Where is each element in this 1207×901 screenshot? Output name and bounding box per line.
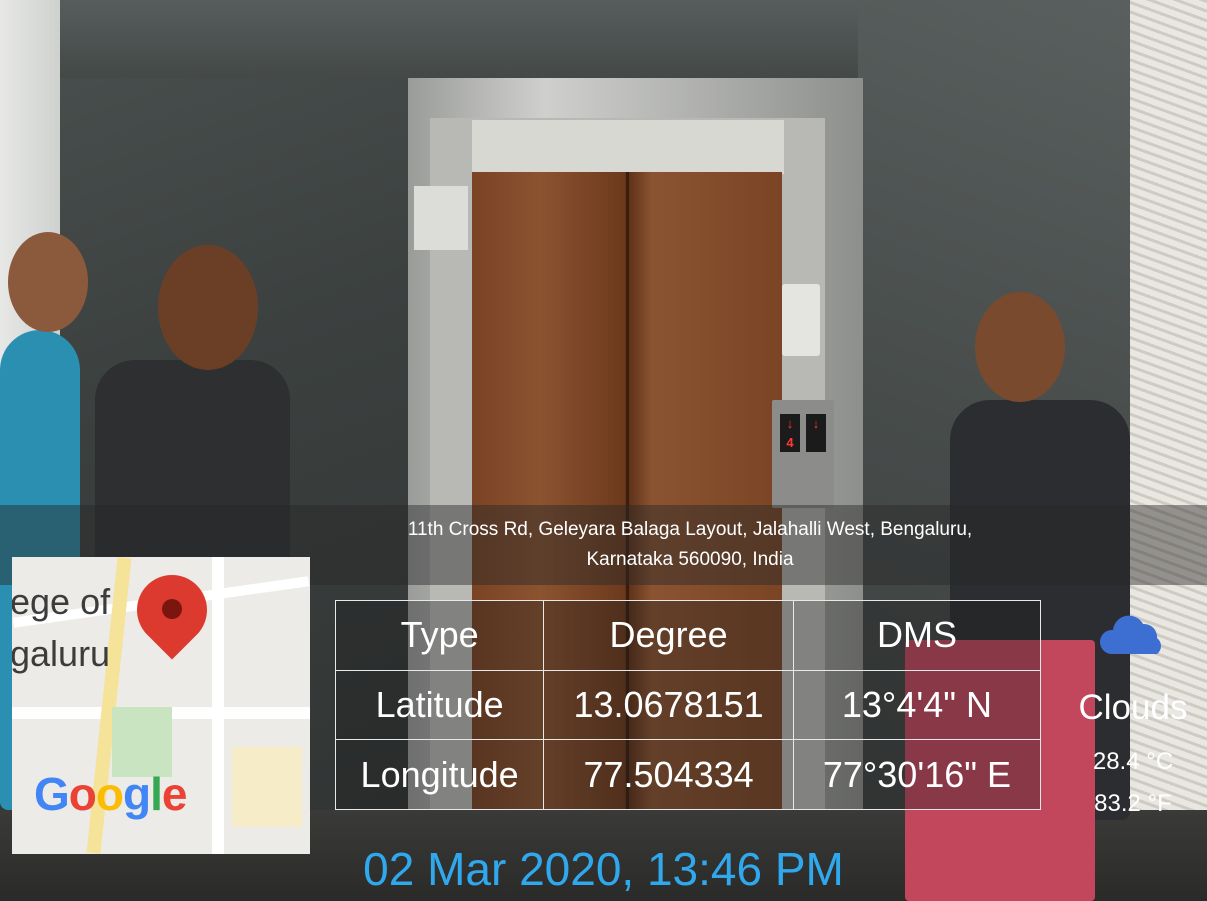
map-block [232, 747, 302, 827]
header-dms: DMS [792, 600, 1042, 671]
datetime-stamp: 02 Mar 2020, 13:46 PM [363, 843, 844, 895]
coordinates-table: Type Degree DMS Latitude 13.0678151 13°4… [334, 600, 1042, 810]
temperature-fahrenheit: 83.2 °F [1094, 790, 1172, 817]
temperature-celsius: 28.4 °C [1092, 748, 1174, 775]
map-label-2: galuru [12, 633, 111, 674]
address-line1: 11th Cross Rd, Geleyara Balaga Layout, J… [407, 519, 973, 540]
map-thumbnail: ege of galuru Google [12, 557, 310, 854]
row-latitude-type: Latitude [334, 669, 545, 741]
person-right-head [975, 292, 1065, 402]
table-header-row: Type Degree DMS [334, 600, 1042, 671]
map-road [212, 557, 224, 854]
person-left-head [8, 232, 88, 332]
person-center-head [158, 245, 258, 370]
table-row: Latitude 13.0678151 13°4'4" N [334, 669, 1042, 741]
direction-display: ↓ [806, 414, 826, 452]
row-longitude-dms: 77°30'16" E [792, 739, 1042, 810]
elevator-panel: ↓ 4 ↓ [772, 400, 834, 508]
row-longitude-degree: 77.504334 [543, 739, 794, 810]
elevator-notice [414, 186, 468, 250]
row-longitude-type: Longitude [334, 739, 545, 810]
header-type: Type [334, 600, 545, 671]
map-label-1: ege of [12, 581, 111, 622]
row-latitude-degree: 13.0678151 [543, 669, 794, 741]
row-latitude-dms: 13°4'4" N [792, 669, 1042, 741]
google-logo: Google [34, 768, 187, 820]
floor-display: ↓ 4 [780, 414, 800, 452]
cloud-icon [1099, 615, 1161, 654]
weather-condition: Clouds [1078, 688, 1188, 727]
table-row: Longitude 77.504334 77°30'16" E [334, 739, 1042, 810]
intercom [782, 284, 820, 356]
map-pin-dot [162, 599, 182, 619]
address-line2: Karnataka 560090, India [586, 549, 794, 570]
elevator-header [472, 120, 784, 174]
header-degree: Degree [543, 600, 794, 671]
address: 11th Cross Rd, Geleyara Balaga Layout, J… [330, 515, 1050, 575]
